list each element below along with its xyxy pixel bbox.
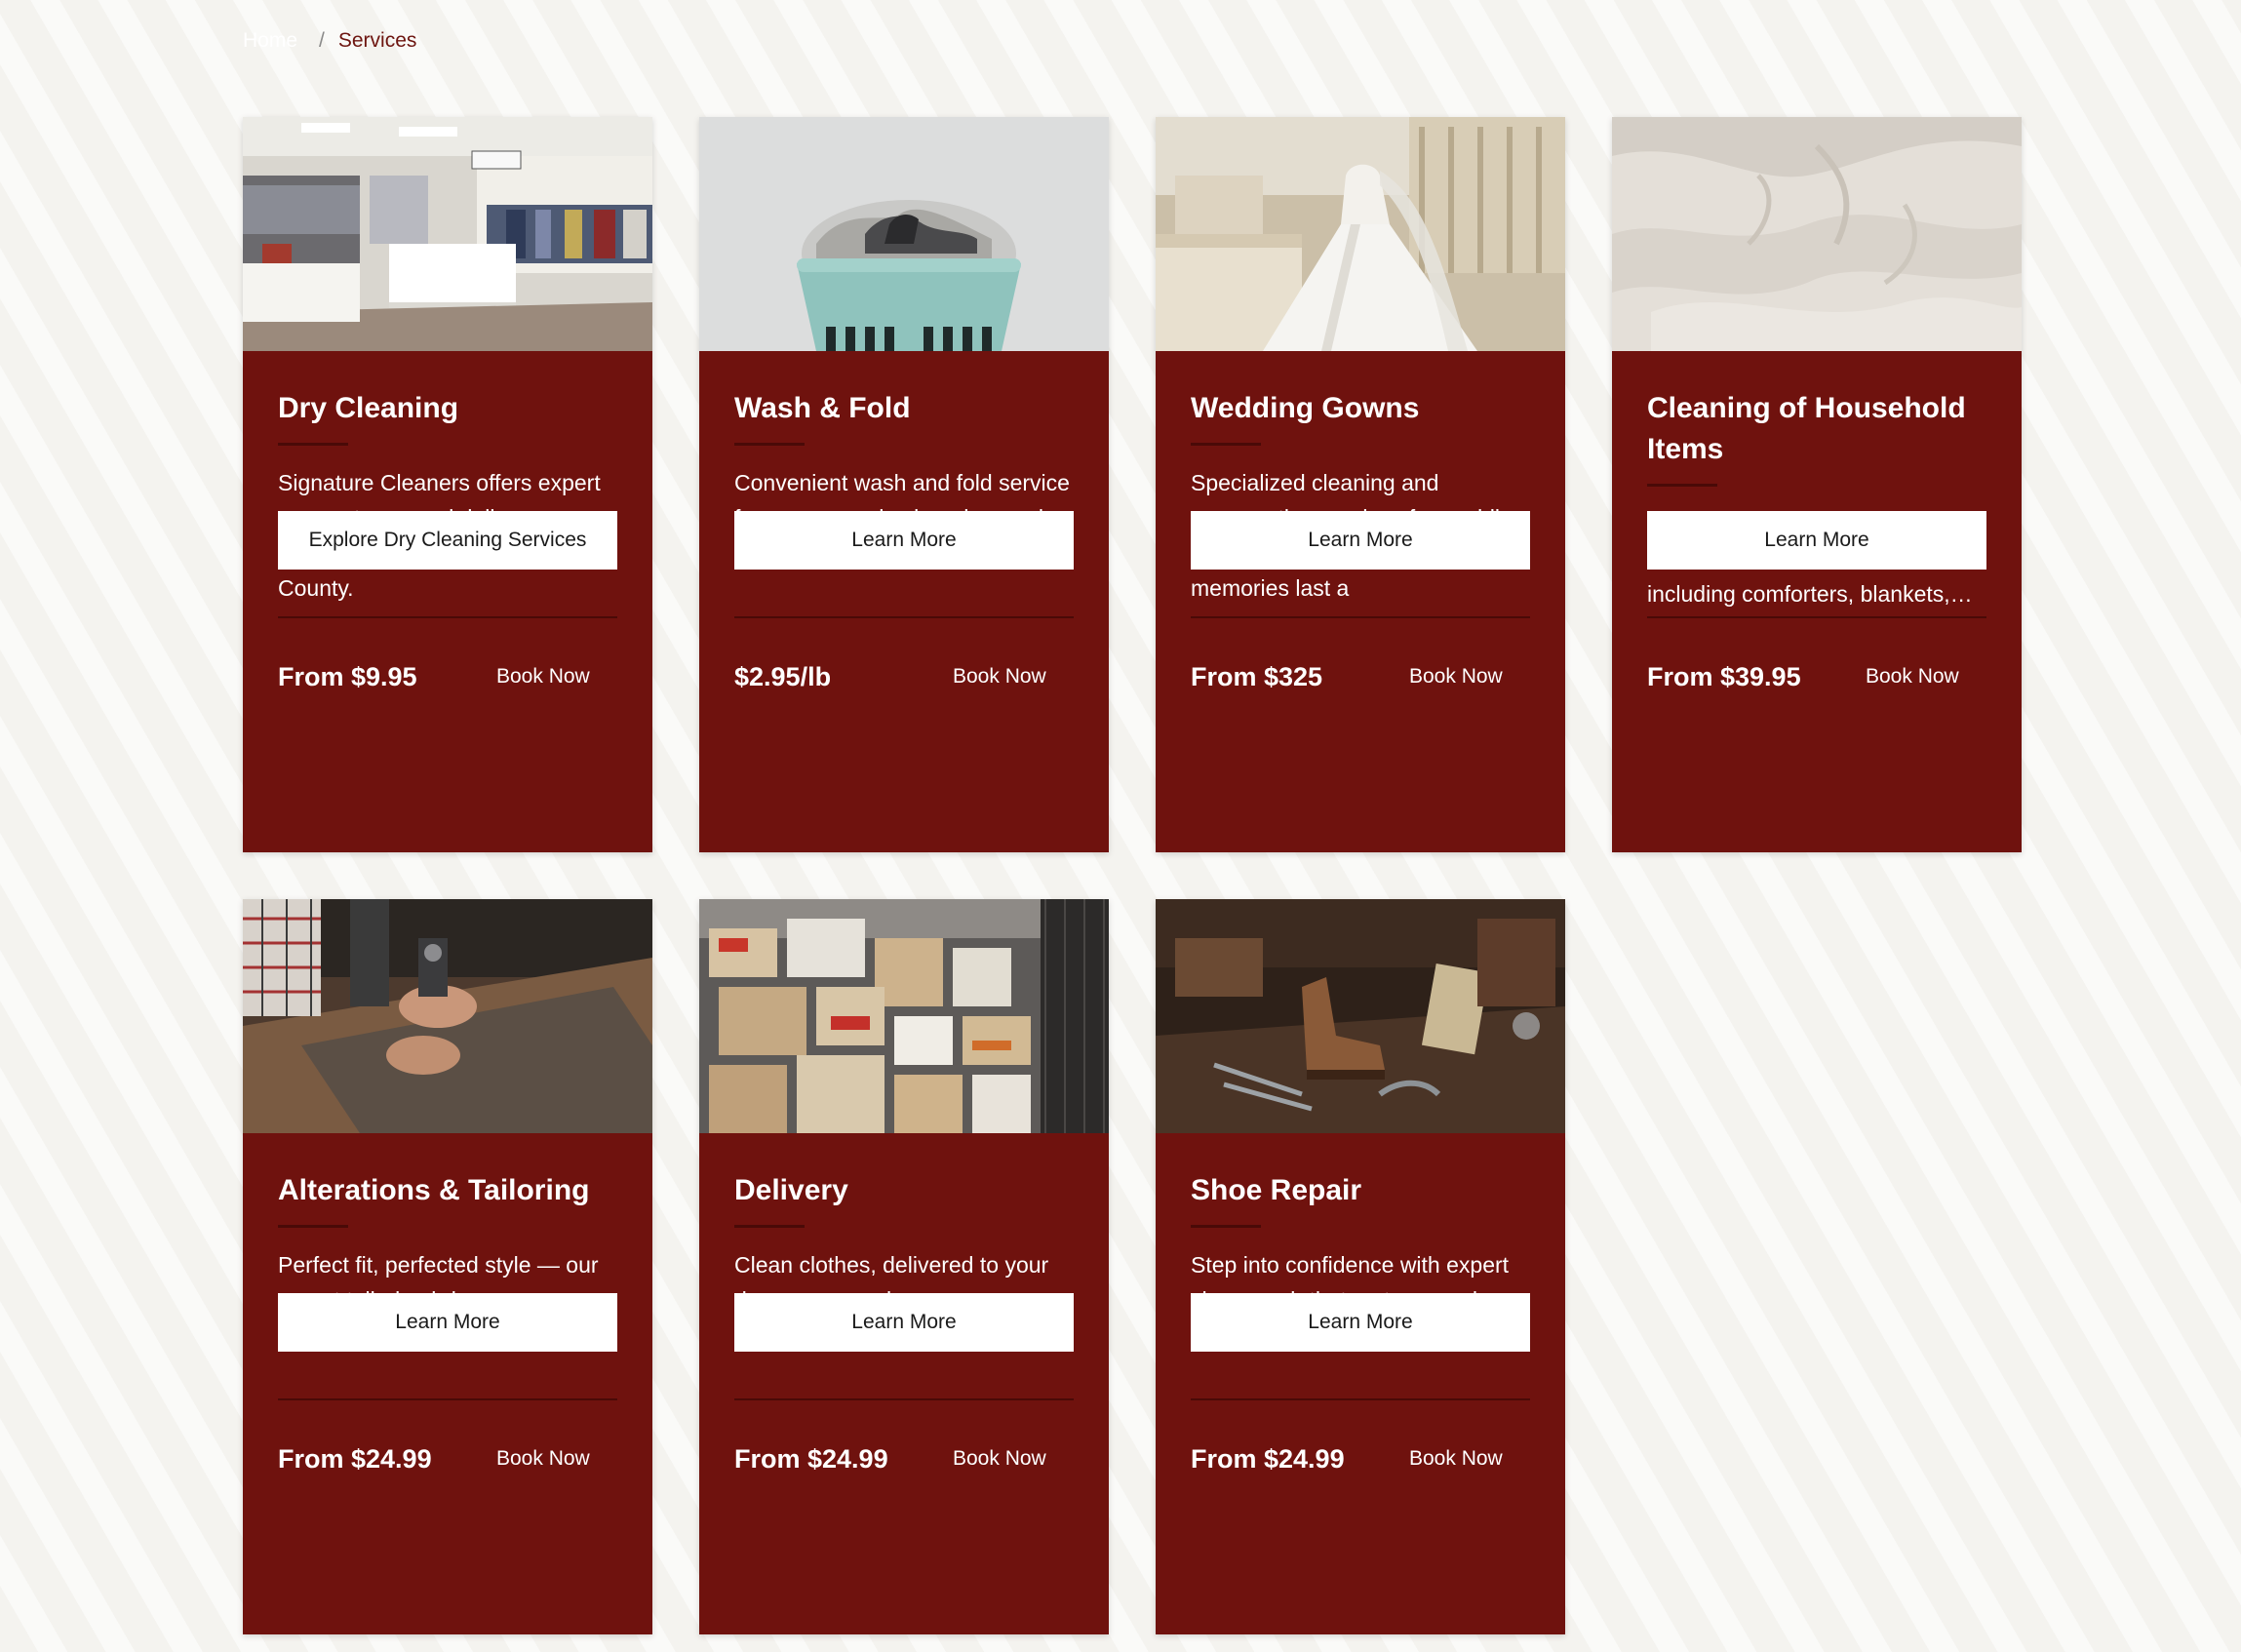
book-now-link[interactable]: Book Now xyxy=(496,1447,590,1471)
explore-dry-cleaning-button[interactable]: Explore Dry Cleaning Services xyxy=(278,511,617,570)
service-card-household-items: Cleaning of Household Items Comprehensiv… xyxy=(1612,117,2022,852)
service-card-shoe-repair: Shoe Repair Step into confidence with ex… xyxy=(1156,899,1565,1634)
title-divider xyxy=(734,443,805,446)
card-footer: From $39.95 Book Now xyxy=(1647,616,1986,735)
service-card-wedding-gowns: Wedding Gowns Specialized cleaning and p… xyxy=(1156,117,1565,852)
book-now-link[interactable]: Book Now xyxy=(1409,1447,1503,1471)
title-divider xyxy=(1647,484,1717,487)
price-label: From $325 xyxy=(1191,661,1323,691)
card-footer: $2.95/lb Book Now xyxy=(734,616,1074,735)
card-footer: From $9.95 Book Now xyxy=(278,616,617,735)
services-grid: Dry Cleaning Signature Cleaners offers e… xyxy=(243,117,2022,1634)
shoe-repair-photo xyxy=(1156,899,1565,1133)
price-label: From $24.99 xyxy=(734,1443,888,1474)
price-label: From $39.95 xyxy=(1647,661,1801,691)
card-title: Wedding Gowns xyxy=(1191,392,1420,424)
book-now-link[interactable]: Book Now xyxy=(496,665,590,688)
card-title: Delivery xyxy=(734,1174,848,1206)
book-now-link[interactable]: Book Now xyxy=(1409,665,1503,688)
learn-more-button[interactable]: Learn More xyxy=(734,1293,1074,1352)
price-label: From $9.95 xyxy=(278,661,417,691)
learn-more-button[interactable]: Learn More xyxy=(1191,1293,1530,1352)
price-label: From $24.99 xyxy=(278,1443,432,1474)
card-footer: From $325 Book Now xyxy=(1191,616,1530,735)
white-linen-photo xyxy=(1612,117,2022,351)
learn-more-button[interactable]: Learn More xyxy=(1647,511,1986,570)
card-footer: From $24.99 Book Now xyxy=(1191,1398,1530,1517)
card-title: Shoe Repair xyxy=(1191,1174,1362,1206)
service-card-delivery: Delivery Clean clothes, delivered to you… xyxy=(699,899,1109,1634)
book-now-link[interactable]: Book Now xyxy=(953,1447,1046,1471)
price-label: From $24.99 xyxy=(1191,1443,1345,1474)
breadcrumb-home-link[interactable]: Home xyxy=(243,29,297,53)
title-divider xyxy=(278,1225,348,1228)
tailoring-photo xyxy=(243,899,652,1133)
book-now-link[interactable]: Book Now xyxy=(1866,665,1959,688)
title-divider xyxy=(278,443,348,446)
price-label: $2.95/lb xyxy=(734,661,832,691)
card-title: Alterations & Tailoring xyxy=(278,1174,590,1206)
laundry-basket-photo xyxy=(699,117,1109,351)
book-now-link[interactable]: Book Now xyxy=(953,665,1046,688)
breadcrumb-current: Services xyxy=(337,29,417,52)
learn-more-button[interactable]: Learn More xyxy=(278,1293,617,1352)
card-title: Dry Cleaning xyxy=(278,392,459,424)
card-footer: From $24.99 Book Now xyxy=(734,1398,1074,1517)
title-divider xyxy=(1191,443,1261,446)
dry-cleaning-shop-photo xyxy=(243,117,652,351)
breadcrumb-separator: / xyxy=(319,29,325,52)
service-card-wash-fold: Wash & Fold Convenient wash and fold ser… xyxy=(699,117,1109,852)
title-divider xyxy=(1191,1225,1261,1228)
service-card-alterations: Alterations & Tailoring Perfect fit, per… xyxy=(243,899,652,1634)
learn-more-button[interactable]: Learn More xyxy=(734,511,1074,570)
card-title: Wash & Fold xyxy=(734,392,911,424)
card-footer: From $24.99 Book Now xyxy=(278,1398,617,1517)
delivery-boxes-photo xyxy=(699,899,1109,1133)
wedding-gown-photo xyxy=(1156,117,1565,351)
card-title: Cleaning of Household Items xyxy=(1647,392,1966,465)
breadcrumb: Home / Services xyxy=(243,29,416,53)
title-divider xyxy=(734,1225,805,1228)
learn-more-button[interactable]: Learn More xyxy=(1191,511,1530,570)
service-card-dry-cleaning: Dry Cleaning Signature Cleaners offers e… xyxy=(243,117,652,852)
